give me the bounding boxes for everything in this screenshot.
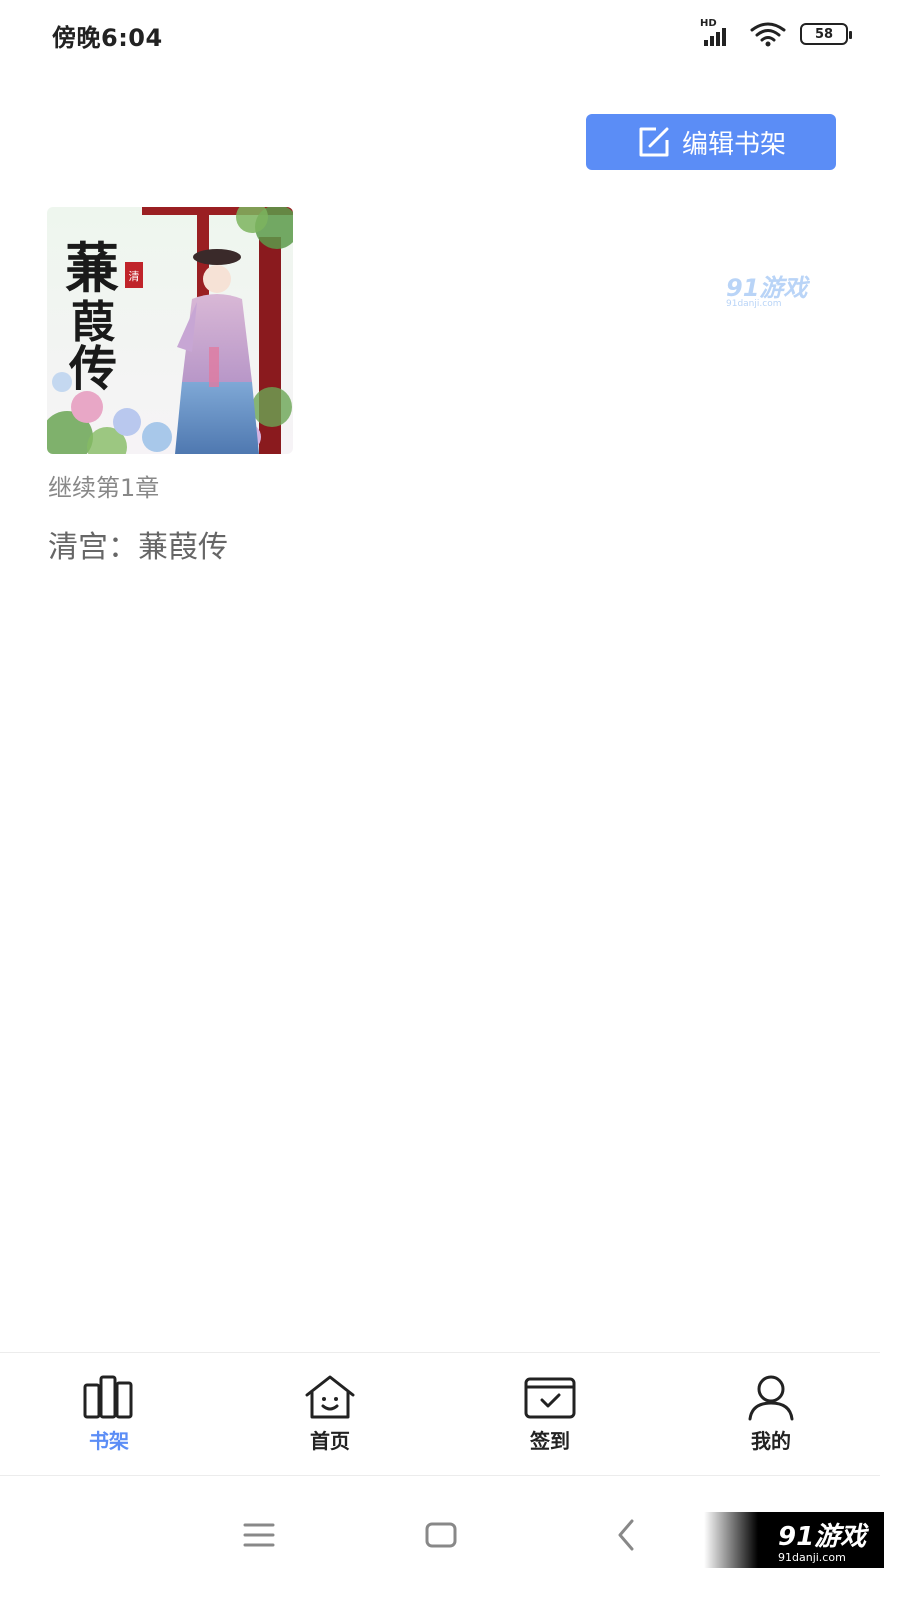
- status-bar: 傍晚6:04 HD 58: [0, 0, 900, 70]
- status-time: 傍晚6:04: [52, 24, 163, 52]
- wifi-icon: [750, 22, 786, 47]
- edit-bookshelf-label: 编辑书架: [681, 129, 786, 160]
- tab-profile[interactable]: 我的: [711, 1353, 831, 1475]
- back-icon[interactable]: [596, 1505, 656, 1565]
- status-icons: HD 58: [700, 18, 852, 48]
- tab-profile-label: 我的: [751, 1429, 791, 1453]
- svg-text:传: 传: [68, 341, 117, 397]
- home-icon: [305, 1375, 355, 1419]
- tab-home[interactable]: 首页: [270, 1353, 390, 1475]
- tab-checkin[interactable]: 签到: [490, 1353, 610, 1475]
- battery-icon: 58: [800, 23, 852, 45]
- book-cover[interactable]: 蒹 葭 传 清: [47, 207, 293, 454]
- watermark-logo: 91游戏 91danji.com: [726, 274, 808, 309]
- book-cover-illustration: 蒹 葭 传 清: [47, 207, 293, 454]
- book-progress[interactable]: 继续第1章: [48, 468, 159, 503]
- cellular-signal-icon: HD: [700, 18, 736, 48]
- edit-icon: [639, 127, 669, 157]
- book-title[interactable]: 清宫：蒹葭传: [48, 522, 228, 566]
- tab-bookshelf-label: 书架: [89, 1429, 129, 1453]
- tab-home-label: 首页: [310, 1429, 350, 1453]
- tab-bookshelf[interactable]: 书架: [49, 1353, 169, 1475]
- home-nav-icon[interactable]: [411, 1505, 471, 1565]
- user-icon: [748, 1375, 794, 1421]
- bookshelf-icon: [83, 1375, 133, 1419]
- book-cover-title: 蒹: [65, 236, 119, 300]
- menu-icon[interactable]: [229, 1505, 289, 1565]
- battery-level: 58: [814, 26, 834, 42]
- checkin-icon: [524, 1377, 576, 1419]
- watermark-logo-bottom: 91游戏 91danji.com: [704, 1512, 884, 1568]
- svg-text:清: 清: [129, 270, 140, 283]
- tab-checkin-label: 签到: [530, 1429, 570, 1453]
- edit-bookshelf-button[interactable]: 编辑书架: [586, 114, 836, 170]
- bottom-tab-bar: 书架 首页 签到 我的: [0, 1352, 880, 1476]
